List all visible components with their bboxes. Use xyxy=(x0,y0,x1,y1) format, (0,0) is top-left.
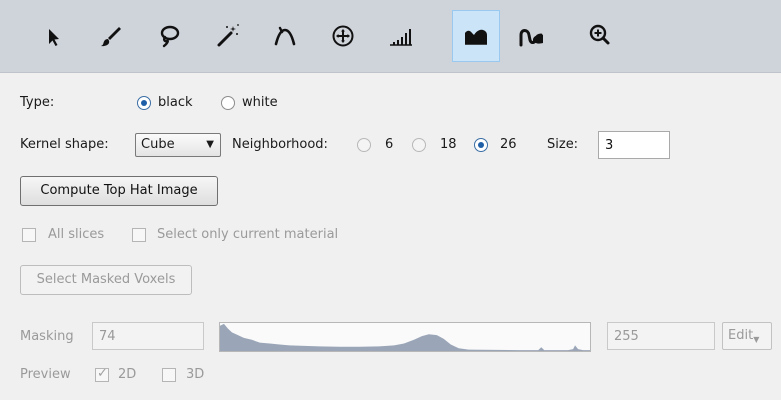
propagation-icon xyxy=(274,26,296,46)
preview-3d-checkbox[interactable] xyxy=(162,368,176,382)
all-slices-checkbox[interactable] xyxy=(22,228,36,242)
kernel-shape-value: Cube xyxy=(141,137,175,152)
neighborhood-26-radio[interactable] xyxy=(474,138,488,152)
size-label: Size: xyxy=(547,137,579,152)
neighborhood-6-radio[interactable] xyxy=(357,138,371,152)
threshold-tool-button[interactable] xyxy=(377,10,425,62)
masking-label: Masking xyxy=(20,329,74,344)
checkmark-icon: ✓ xyxy=(97,366,108,381)
zoom-tool-button[interactable] xyxy=(576,10,624,62)
select-only-current-label: Select only current material xyxy=(157,227,339,242)
type-white-label: white xyxy=(242,95,278,110)
top-hat-icon xyxy=(465,29,487,45)
dropdown-arrow-icon: ▼ xyxy=(206,139,214,150)
pointer-tool-button[interactable] xyxy=(29,10,77,62)
neighborhood-6-label: 6 xyxy=(385,137,394,152)
segmentation-toolbar xyxy=(0,0,781,73)
type-white-radio[interactable] xyxy=(221,96,235,110)
preview-label: Preview xyxy=(20,367,71,382)
blow-tool-icon xyxy=(332,25,354,47)
neighborhood-18-radio[interactable] xyxy=(412,138,426,152)
kernel-shape-select[interactable]: Cube ▼ xyxy=(135,133,221,157)
neighborhood-18-label: 18 xyxy=(440,137,457,152)
preview-3d-label: 3D xyxy=(186,367,205,382)
propagation-tool-button[interactable] xyxy=(261,10,309,62)
dropdown-arrow-icon: ▼ xyxy=(753,335,760,344)
blow-tool-button[interactable] xyxy=(319,10,367,62)
select-only-current-checkbox[interactable] xyxy=(132,228,146,242)
masking-edit-button[interactable]: Edit▼ xyxy=(722,322,772,350)
masking-min-input[interactable] xyxy=(92,322,204,350)
preview-2d-label: 2D xyxy=(118,367,137,382)
zoom-icon xyxy=(589,24,610,45)
watershed-tool-button[interactable] xyxy=(508,10,556,62)
lasso-icon xyxy=(160,25,180,48)
select-masked-voxels-button[interactable]: Select Masked Voxels xyxy=(20,265,192,295)
type-black-label: black xyxy=(158,95,193,110)
preview-2d-checkbox[interactable]: ✓ xyxy=(95,366,109,382)
size-input[interactable] xyxy=(598,131,670,159)
masking-max-input[interactable] xyxy=(607,322,715,350)
compute-top-hat-button[interactable]: Compute Top Hat Image xyxy=(20,176,218,206)
lasso-tool-button[interactable] xyxy=(145,10,193,62)
brush-icon xyxy=(101,27,121,47)
watershed-icon xyxy=(519,29,543,47)
type-label: Type: xyxy=(20,95,55,110)
neighborhood-26-label: 26 xyxy=(500,137,517,152)
histogram-graph xyxy=(220,323,590,351)
arrow-pointer-icon xyxy=(49,29,59,46)
all-slices-label: All slices xyxy=(48,227,105,242)
masking-edit-label: Edit xyxy=(728,328,754,343)
magic-wand-tool-button[interactable] xyxy=(203,10,251,62)
neighborhood-label: Neighborhood: xyxy=(232,137,328,152)
masking-histogram[interactable] xyxy=(219,322,591,352)
magic-wand-icon xyxy=(217,24,239,47)
type-black-radio[interactable] xyxy=(137,96,151,110)
brush-tool-button[interactable] xyxy=(87,10,135,62)
top-hat-tool-button[interactable] xyxy=(452,10,500,62)
kernel-shape-label: Kernel shape: xyxy=(20,137,109,152)
threshold-icon xyxy=(390,29,412,46)
